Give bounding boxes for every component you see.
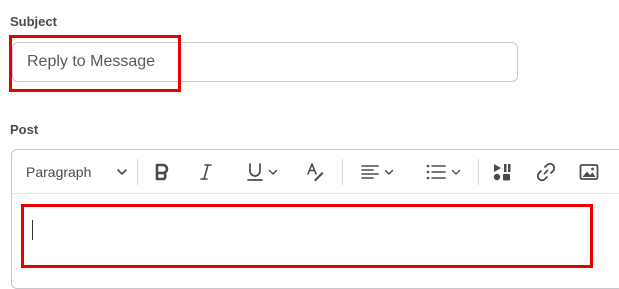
bold-button[interactable]: [148, 158, 176, 186]
text-cursor: [32, 220, 33, 240]
post-editor: Paragraph: [11, 149, 619, 289]
text-style-icon: [305, 162, 325, 182]
editor-toolbar: Paragraph: [12, 150, 619, 194]
chevron-down-icon: [268, 167, 278, 177]
bold-icon: [154, 163, 170, 181]
chevron-down-icon: [116, 166, 128, 178]
paragraph-style-label: Paragraph: [26, 164, 92, 180]
insert-image-button[interactable]: [575, 158, 603, 186]
list-icon: [426, 164, 446, 180]
image-icon: [579, 163, 599, 181]
media-icon: [492, 162, 512, 182]
italic-button[interactable]: [192, 158, 220, 186]
underline-button[interactable]: [240, 158, 284, 186]
link-icon: [536, 162, 556, 182]
subject-input[interactable]: [12, 42, 518, 82]
chevron-down-icon: [451, 167, 461, 177]
align-left-icon: [360, 164, 379, 180]
align-button[interactable]: [355, 158, 399, 186]
post-label: Post: [10, 122, 39, 137]
insert-media-button[interactable]: [488, 158, 516, 186]
toolbar-separator: [137, 159, 138, 185]
chevron-down-icon: [384, 167, 394, 177]
underline-icon: [246, 162, 264, 182]
post-body-input[interactable]: [12, 195, 619, 275]
toolbar-separator: [478, 159, 479, 185]
clear-formatting-button[interactable]: [300, 158, 330, 186]
insert-link-button[interactable]: [532, 158, 560, 186]
subject-label: Subject: [10, 14, 57, 29]
toolbar-separator: [342, 159, 343, 185]
bullet-list-button[interactable]: [420, 158, 466, 186]
italic-icon: [198, 163, 214, 181]
paragraph-style-select[interactable]: Paragraph: [18, 158, 128, 186]
